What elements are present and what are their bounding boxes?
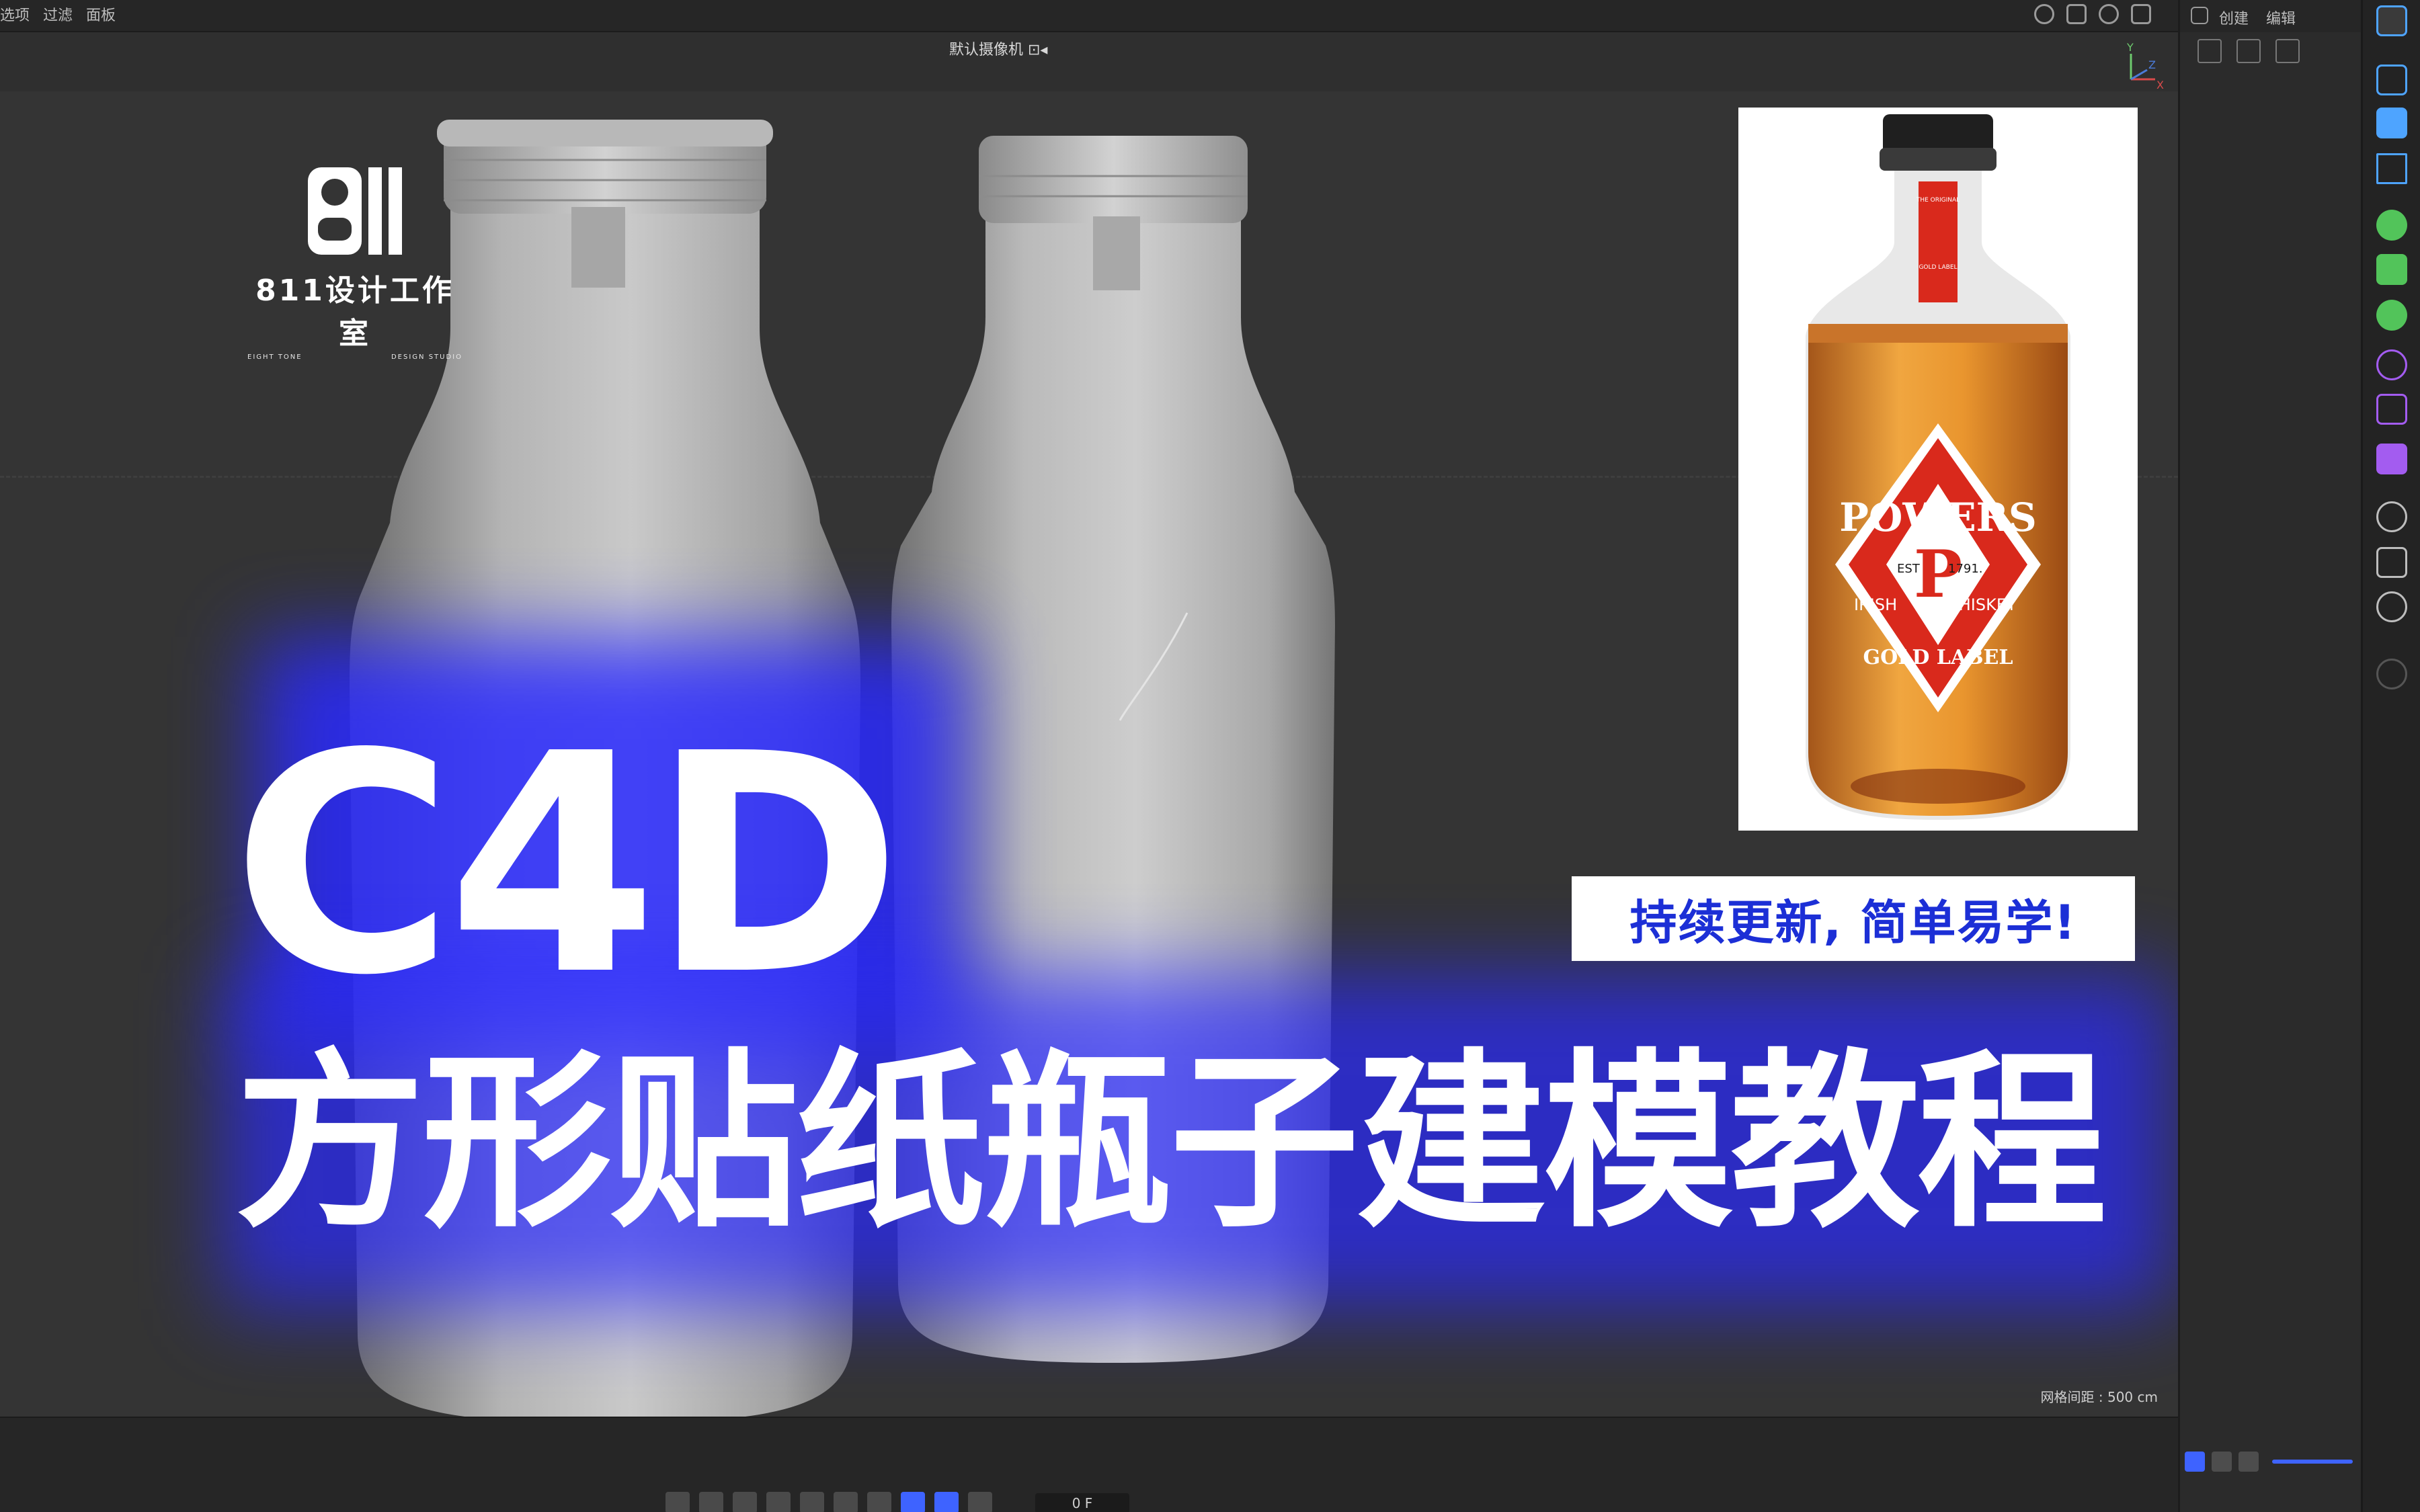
render-icon[interactable]: [2376, 659, 2407, 689]
pan-icon[interactable]: [2034, 4, 2054, 24]
cloner-icon[interactable]: [2376, 254, 2407, 285]
move-icon[interactable]: [2066, 4, 2087, 24]
reference-photo: THE ORIGINAL GOLD LABEL POWERS P EST 179…: [1738, 108, 2138, 831]
brand-name: POWERS: [1839, 495, 2037, 540]
studio-logo-subtitle: EIGHT TONE DESIGN STUDIO: [241, 353, 469, 361]
axis-z-label: Z: [2148, 58, 2156, 71]
light-icon[interactable]: [2376, 591, 2407, 622]
cube-outline-icon[interactable]: [2376, 65, 2407, 95]
studio-logo-sub-left: EIGHT TONE: [247, 353, 302, 361]
neck-label-top: THE ORIGINAL: [1916, 197, 1960, 204]
tool-palette: [2361, 0, 2420, 1512]
menu-item-options[interactable]: 选项: [0, 0, 30, 32]
autokey-icon[interactable]: [934, 1492, 959, 1512]
slogan-banner: 持续更新, 简单易学!: [1572, 876, 2135, 961]
go-start-icon[interactable]: [666, 1492, 690, 1512]
axis-y-label: Y: [2126, 41, 2134, 54]
text-tool-icon[interactable]: [2376, 153, 2407, 184]
link-icon[interactable]: [2236, 39, 2261, 63]
whiskey-bottle-illustration: THE ORIGINAL GOLD LABEL POWERS P EST 179…: [1806, 114, 2070, 820]
object-tool-icon[interactable]: [2376, 5, 2407, 36]
viewport-tools: [2034, 4, 2151, 24]
camera-label[interactable]: 默认摄像机 ⊡◂: [949, 38, 1047, 59]
headline-main: C4D: [232, 689, 902, 1042]
list-view-icon[interactable]: [2185, 1452, 2205, 1472]
spline-icon[interactable]: [2376, 210, 2407, 241]
camera-icon[interactable]: [2376, 547, 2407, 578]
grid-spacing-readout: 网格间距 : 500 cm: [2040, 1389, 2158, 1405]
studio-logo: 811设计工作室 EIGHT TONE DESIGN STUDIO: [241, 164, 469, 361]
add-icon[interactable]: [2197, 39, 2222, 63]
zoom-slider[interactable]: [2272, 1460, 2353, 1464]
loop-icon[interactable]: [901, 1492, 925, 1512]
next-key-icon[interactable]: [834, 1492, 858, 1512]
gold-label-text: GOLD LABEL: [1863, 646, 2013, 669]
hamburger-icon[interactable]: [2191, 7, 2208, 24]
attributes-panel: 创建 编辑: [2178, 0, 2361, 1512]
neck-label-text: GOLD LABEL: [1919, 264, 1957, 271]
play-icon[interactable]: [766, 1492, 791, 1512]
left-word: IRISH: [1854, 595, 1897, 614]
axis-gizmo: Y X Z: [2126, 41, 2164, 91]
next-frame-icon[interactable]: [800, 1492, 824, 1512]
menu-item-filter[interactable]: 过滤: [43, 0, 73, 32]
est-year: 1791.: [1948, 562, 1983, 576]
est-text: EST: [1897, 562, 1921, 576]
field-icon[interactable]: [2376, 394, 2407, 425]
cube-icon[interactable]: [2376, 108, 2407, 138]
axis-x-label: X: [2156, 79, 2164, 91]
rotate-icon[interactable]: [2099, 4, 2119, 24]
viewport-header: [0, 32, 2178, 91]
sound-icon[interactable]: [968, 1492, 992, 1512]
3d-viewport[interactable]: 默认摄像机 ⊡◂ Y X Z 811设计工作室 EIGHT TONE DESIG…: [0, 32, 2178, 1417]
maximize-icon[interactable]: [2131, 4, 2151, 24]
right-word: WHISKEY: [1943, 595, 2017, 614]
playback-controls: [666, 1492, 992, 1512]
go-end-icon[interactable]: [867, 1492, 891, 1512]
unlink-icon[interactable]: [2275, 39, 2300, 63]
layout-switcher: [2185, 1452, 2259, 1472]
edit-menu[interactable]: 编辑: [2266, 7, 2296, 28]
headline-sub: 方形贴纸瓶子建模教程: [235, 1032, 2107, 1253]
studio-logo-name: 811设计工作室: [255, 274, 454, 351]
top-menu-bar: 选项 过滤 面板: [0, 0, 2178, 32]
tile-view-icon[interactable]: [2238, 1452, 2259, 1472]
menu-item-panel[interactable]: 面板: [86, 0, 116, 32]
effector-icon[interactable]: [2376, 444, 2407, 474]
deformer-icon[interactable]: [2376, 349, 2407, 380]
grid-view-icon[interactable]: [2212, 1452, 2232, 1472]
attributes-toolbar: [2180, 32, 2361, 73]
timeline-bar: 0 F: [0, 1417, 2178, 1512]
environment-icon[interactable]: [2376, 501, 2407, 532]
gear-icon[interactable]: [2376, 300, 2407, 331]
studio-logo-mark: [308, 167, 402, 255]
current-frame-field[interactable]: 0 F: [1035, 1493, 1129, 1512]
prev-key-icon[interactable]: [699, 1492, 723, 1512]
prev-frame-icon[interactable]: [733, 1492, 757, 1512]
create-menu[interactable]: 创建: [2219, 7, 2249, 28]
studio-logo-sub-right: DESIGN STUDIO: [391, 353, 462, 361]
